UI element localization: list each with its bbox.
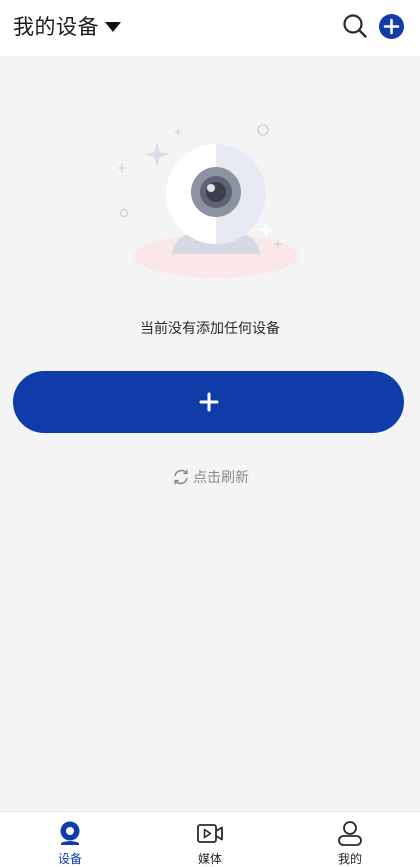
- empty-state-message: 当前没有添加任何设备: [140, 321, 280, 337]
- top-bar: 我的设备: [0, 0, 420, 56]
- tab-label: 设备: [57, 852, 82, 866]
- webcam-illustration: [118, 124, 298, 278]
- tab-media[interactable]: 媒体: [140, 812, 280, 867]
- page-title: 我的设备: [13, 15, 99, 39]
- device-group-selector[interactable]: 我的设备: [13, 11, 121, 41]
- search-icon: [343, 14, 367, 38]
- search-button[interactable]: [342, 13, 368, 39]
- caret-down-icon: [105, 22, 121, 32]
- add-device-top-button[interactable]: [379, 14, 404, 39]
- camera-icon: [60, 821, 80, 845]
- refresh-label: 点击刷新: [193, 470, 249, 486]
- tab-label: 媒体: [197, 852, 222, 866]
- plus-icon: [199, 392, 218, 412]
- video-icon: [197, 824, 223, 843]
- person-icon: [338, 821, 362, 846]
- empty-illustration: [110, 112, 310, 287]
- plus-circle-icon: [379, 14, 404, 39]
- app-root: 我的 设备 当前没有添加任何设备 点击刷新 设备 媒体 我的: [0, 0, 420, 867]
- add-device-button[interactable]: [13, 371, 404, 433]
- bottom-tab-bar: 设备 媒体 我的: [0, 811, 420, 867]
- tab-devices[interactable]: 设备: [0, 812, 140, 867]
- refresh-icon: [174, 469, 188, 485]
- tab-label: 我的: [337, 852, 362, 866]
- refresh-link[interactable]: 点击刷新: [0, 467, 420, 487]
- tab-profile[interactable]: 我的: [280, 812, 420, 867]
